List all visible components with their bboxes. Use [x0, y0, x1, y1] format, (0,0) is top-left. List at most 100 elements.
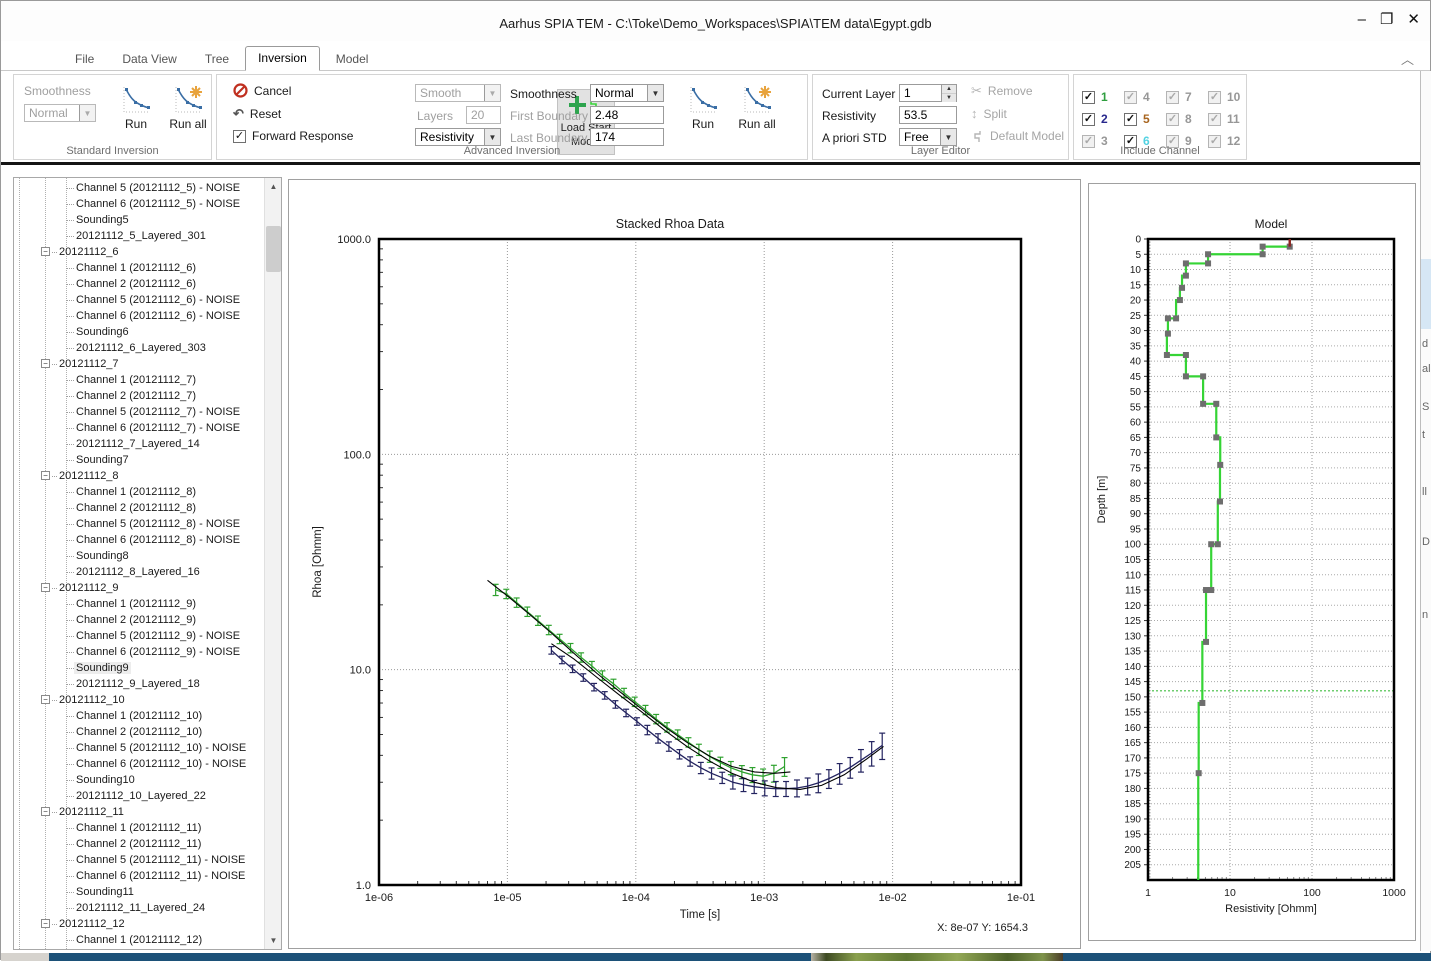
tree-collapse-icon[interactable]: − — [41, 359, 50, 368]
include-channel-8: ✓8 — [1166, 112, 1208, 126]
parameter-dropdown[interactable]: Resistivity▼ — [415, 128, 501, 146]
forward-response-checkbox[interactable]: ✓ Forward Response — [233, 129, 353, 143]
rhoa-chart-panel[interactable]: Stacked Rhoa Data1000.0100.010.01.01e-06… — [288, 179, 1081, 949]
tree-item[interactable]: Channel 5 (20121112_7) - NOISE — [14, 404, 264, 420]
tree-item[interactable]: 20121112_8_Layered_16 — [14, 564, 264, 580]
tree-item[interactable]: −20121112_12 — [14, 916, 264, 932]
maximize-button[interactable]: ❐ — [1380, 11, 1393, 29]
tree-item[interactable]: −20121112_9 — [14, 580, 264, 596]
chart-text: 130 — [1124, 631, 1141, 642]
tree-item[interactable]: Channel 5 (20121112_9) - NOISE — [14, 628, 264, 644]
tree-collapse-icon[interactable]: − — [41, 919, 50, 928]
tree-item[interactable]: Channel 6 (20121112_10) - NOISE — [14, 756, 264, 772]
ribbon-collapse-icon[interactable]: ︿ — [1401, 49, 1414, 68]
tab-data-view[interactable]: Data View — [110, 48, 188, 71]
tree-item[interactable]: Channel 2 (20121112_10) — [14, 724, 264, 740]
tree-item[interactable]: Sounding7 — [14, 452, 264, 468]
a-priori-std-dropdown[interactable]: Free▼ — [899, 128, 957, 146]
tree-item[interactable]: 20121112_6_Layered_303 — [14, 340, 264, 356]
run-all-button[interactable]: Run all — [166, 85, 210, 131]
tree-connector — [66, 300, 74, 301]
tree-item[interactable]: −20121112_10 — [14, 692, 264, 708]
tab-inversion[interactable]: Inversion — [245, 46, 320, 71]
model-chart-panel[interactable]: Model05101520253035404550556065707580859… — [1088, 183, 1416, 941]
tree-item[interactable]: −20121112_7 — [14, 356, 264, 372]
tree-item[interactable]: Channel 6 (20121112_11) - NOISE — [14, 868, 264, 884]
tree-item[interactable]: −20121112_6 — [14, 244, 264, 260]
tree-collapse-icon[interactable]: − — [41, 471, 50, 480]
tree-item[interactable]: Channel 6 (20121112_7) - NOISE — [14, 420, 264, 436]
checkbox-icon[interactable]: ✓ — [1124, 113, 1137, 126]
rhoa-chart[interactable]: Stacked Rhoa Data1000.0100.010.01.01e-06… — [289, 180, 1080, 948]
tree-item[interactable]: 20121112_10_Layered_22 — [14, 788, 264, 804]
reset-button[interactable]: ↶ Reset — [233, 106, 281, 122]
spinner-arrows[interactable]: ▲▼ — [941, 85, 956, 102]
checkbox-icon[interactable]: ✓ — [1082, 113, 1095, 126]
tree-item[interactable]: Channel 1 (20121112_9) — [14, 596, 264, 612]
include-channel-5[interactable]: ✓5 — [1124, 112, 1166, 126]
tree-item[interactable]: 20121112_11_Layered_24 — [14, 900, 264, 916]
tree-item[interactable]: Sounding10 — [14, 772, 264, 788]
tree-item[interactable]: Sounding5 — [14, 212, 264, 228]
tree-collapse-icon[interactable]: − — [41, 695, 50, 704]
tree-item[interactable]: Channel 2 (20121112_11) — [14, 836, 264, 852]
tree-item[interactable]: Channel 5 (20121112_8) - NOISE — [14, 516, 264, 532]
adv-run-button[interactable]: Run — [681, 85, 725, 131]
run-button[interactable]: Run — [114, 85, 158, 131]
tree-item[interactable]: Channel 1 (20121112_11) — [14, 820, 264, 836]
tree-item[interactable]: 20121112_7_Layered_14 — [14, 436, 264, 452]
tree-item[interactable]: Channel 1 (20121112_10) — [14, 708, 264, 724]
tree-scrollbar[interactable]: ▲ ▼ — [264, 178, 281, 949]
tree-item[interactable]: Channel 2 (20121112_8) — [14, 500, 264, 516]
tree-item[interactable]: Channel 1 (20121112_8) — [14, 484, 264, 500]
tree-item[interactable]: Channel 6 (20121112_6) - NOISE — [14, 308, 264, 324]
tree-item[interactable]: Channel 5 (20121112_10) - NOISE — [14, 740, 264, 756]
tree-item[interactable]: Channel 1 (20121112_12) — [14, 932, 264, 948]
last-boundary-input[interactable]: 174 — [590, 128, 664, 146]
run-chart-icon — [119, 85, 153, 117]
tree-item[interactable]: Channel 1 (20121112_7) — [14, 372, 264, 388]
tree-item[interactable]: Channel 6 (20121112_8) - NOISE — [14, 532, 264, 548]
tree-item[interactable]: Sounding9 — [14, 660, 264, 676]
tree-connector — [66, 780, 74, 781]
layer-resistivity-input[interactable]: 53.5 — [899, 106, 957, 124]
tree-item[interactable]: Sounding8 — [14, 548, 264, 564]
tab-tree[interactable]: Tree — [193, 48, 241, 71]
model-chart[interactable]: Model05101520253035404550556065707580859… — [1089, 184, 1415, 940]
adv-run-all-button[interactable]: Run all — [735, 85, 779, 131]
include-channel-2[interactable]: ✓2 — [1082, 112, 1124, 126]
scroll-up-arrow[interactable]: ▲ — [265, 178, 282, 195]
tree-collapse-icon[interactable]: − — [41, 807, 50, 816]
tree-item[interactable]: Channel 2 (20121112_6) — [14, 276, 264, 292]
adv-smoothness-dropdown[interactable]: Normal▼ — [590, 84, 664, 102]
tree-item[interactable]: −20121112_8 — [14, 468, 264, 484]
tree-item[interactable]: Sounding11 — [14, 884, 264, 900]
tree-item[interactable]: Channel 2 (20121112_9) — [14, 612, 264, 628]
tree-item-label: 20121112_7 — [57, 358, 121, 370]
tree-item[interactable]: Channel 5 (20121112_11) - NOISE — [14, 852, 264, 868]
tree-item[interactable]: 20121112_5_Layered_301 — [14, 228, 264, 244]
tree-collapse-icon[interactable]: − — [41, 583, 50, 592]
minimize-button[interactable]: – — [1358, 11, 1366, 29]
tree-item[interactable]: Channel 5 (20121112_5) - NOISE — [14, 180, 264, 196]
include-channel-1[interactable]: ✓1 — [1082, 90, 1124, 104]
tree-collapse-icon[interactable]: − — [41, 247, 50, 256]
tab-model[interactable]: Model — [324, 48, 381, 71]
tree-item[interactable]: −20121112_11 — [14, 804, 264, 820]
checkbox-icon[interactable]: ✓ — [1082, 91, 1095, 104]
tree-item[interactable]: Channel 2 (20121112_7) — [14, 388, 264, 404]
tab-file[interactable]: File — [63, 48, 106, 71]
scroll-down-arrow[interactable]: ▼ — [265, 932, 282, 949]
first-boundary-input[interactable]: 2.48 — [590, 106, 664, 124]
chart-text: Model — [1255, 217, 1288, 231]
tree-item[interactable]: Channel 6 (20121112_9) - NOISE — [14, 644, 264, 660]
tree-item[interactable]: 20121112_9_Layered_18 — [14, 676, 264, 692]
tree-item[interactable]: Channel 5 (20121112_6) - NOISE — [14, 292, 264, 308]
close-button[interactable]: ✕ — [1407, 11, 1420, 29]
tree-item[interactable]: Channel 1 (20121112_6) — [14, 260, 264, 276]
cancel-button[interactable]: Cancel — [233, 83, 291, 98]
current-layer-spinner[interactable]: 1 ▲▼ — [899, 84, 957, 102]
tree-item[interactable]: Sounding6 — [14, 324, 264, 340]
scrollbar-thumb[interactable] — [266, 226, 281, 272]
tree-item[interactable]: Channel 6 (20121112_5) - NOISE — [14, 196, 264, 212]
